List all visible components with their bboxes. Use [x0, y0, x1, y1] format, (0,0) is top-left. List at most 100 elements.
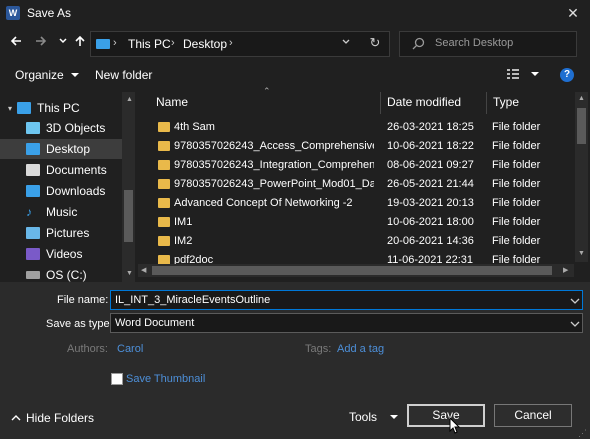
- file-type: File folder: [492, 121, 541, 133]
- tree-item-label: Desktop: [46, 142, 91, 156]
- address-dropdown-button[interactable]: [339, 36, 353, 51]
- scroll-left-icon[interactable]: ◀: [141, 266, 146, 274]
- arrow-left-icon: [10, 36, 21, 46]
- file-date: 08-06-2021 09:27: [387, 159, 474, 171]
- view-options-button[interactable]: [506, 68, 540, 80]
- tree-item-pictures[interactable]: Pictures: [26, 223, 89, 243]
- file-list-horizontal-scrollbar[interactable]: ◀ ▶: [138, 264, 574, 277]
- file-row[interactable]: IM1 10-06-2021 18:00 File folder: [138, 213, 574, 232]
- tree-item-label: 3D Objects: [46, 121, 106, 135]
- file-name: 4th Sam: [174, 121, 215, 133]
- file-date: 20-06-2021 14:36: [387, 235, 474, 247]
- tree-item-label: Videos: [46, 247, 83, 261]
- breadcrumb-desktop[interactable]: Desktop: [183, 37, 227, 51]
- scroll-up-icon[interactable]: ▲: [578, 95, 585, 102]
- tags-add-link[interactable]: Add a tag: [337, 343, 384, 355]
- address-bar[interactable]: › This PC › Desktop › ↻: [90, 31, 390, 57]
- chevron-down-icon: [570, 321, 580, 327]
- file-row[interactable]: Advanced Concept Of Networking -2 19-03-…: [138, 194, 574, 213]
- scroll-down-icon[interactable]: ▼: [126, 270, 133, 277]
- pc-icon: [96, 39, 110, 49]
- search-icon: [412, 37, 425, 53]
- forward-button[interactable]: [32, 33, 50, 53]
- file-date: 26-03-2021 18:25: [387, 121, 474, 133]
- resize-grip-icon[interactable]: ⋰: [578, 428, 587, 439]
- file-row[interactable]: 4th Sam 26-03-2021 18:25 File folder: [138, 118, 574, 137]
- tree-item-label: Downloads: [46, 184, 106, 198]
- up-button[interactable]: [73, 33, 87, 53]
- refresh-button[interactable]: ↻: [367, 35, 383, 51]
- tags-label: Tags:: [305, 343, 332, 355]
- file-list-hscroll-thumb[interactable]: [152, 266, 552, 275]
- column-header-name[interactable]: Name: [156, 92, 188, 112]
- expand-icon[interactable]: ▾: [8, 104, 12, 113]
- tree-item-3d-objects[interactable]: 3D Objects: [26, 118, 105, 138]
- tools-button[interactable]: Tools: [349, 408, 399, 426]
- save-as-type-select[interactable]: Word Document: [110, 313, 583, 333]
- breadcrumb-this-pc[interactable]: This PC: [128, 37, 171, 51]
- chevron-up-icon: [11, 415, 21, 421]
- chevron-down-icon[interactable]: [570, 297, 580, 305]
- save-thumbnail-checkbox[interactable]: [111, 373, 123, 385]
- hide-folders-button[interactable]: Hide Folders: [11, 411, 94, 425]
- caret-down-icon: [390, 415, 399, 419]
- pictures-icon: [26, 227, 40, 239]
- search-placeholder: Search Desktop: [435, 37, 514, 49]
- column-divider[interactable]: [380, 92, 381, 114]
- tree-item-desktop[interactable]: Desktop: [0, 139, 122, 159]
- file-row[interactable]: 9780357026243_Integration_Comprehensi...…: [138, 156, 574, 175]
- back-button[interactable]: [7, 33, 25, 53]
- tree-scrollbar[interactable]: ▲ ▼: [122, 92, 135, 282]
- column-header-type[interactable]: Type: [493, 92, 519, 112]
- file-type: File folder: [492, 235, 541, 247]
- save-button[interactable]: Save: [407, 404, 485, 427]
- tree-scroll-thumb[interactable]: [124, 190, 133, 242]
- close-button[interactable]: ✕: [563, 4, 583, 22]
- cube-icon: [26, 122, 40, 134]
- video-icon: [26, 248, 40, 260]
- help-icon[interactable]: ?: [560, 68, 574, 82]
- file-row[interactable]: IM2 20-06-2021 14:36 File folder: [138, 232, 574, 251]
- file-date: 10-06-2021 18:00: [387, 216, 474, 228]
- navigation-pane: ▾ This PC 3D Objects Desktop Documents D…: [0, 92, 135, 282]
- file-date: 26-05-2021 21:44: [387, 178, 474, 190]
- chevron-right-icon: ›: [171, 37, 175, 49]
- tree-item-downloads[interactable]: Downloads: [26, 181, 105, 201]
- organize-button[interactable]: Organize: [15, 68, 80, 82]
- file-row[interactable]: 9780357026243_PowerPoint_Mod01_Data 26-0…: [138, 175, 574, 194]
- tree-item-this-pc[interactable]: ▾ This PC: [8, 98, 80, 118]
- folder-icon: [158, 160, 170, 170]
- file-name-label: File name:: [57, 294, 109, 306]
- save-thumbnail-option[interactable]: Save Thumbnail: [111, 373, 205, 385]
- search-box[interactable]: Search Desktop: [399, 31, 577, 57]
- file-name: IM1: [174, 216, 193, 228]
- file-date: 10-06-2021 18:22: [387, 140, 474, 152]
- new-folder-button[interactable]: New folder: [95, 68, 152, 82]
- cancel-button[interactable]: Cancel: [494, 404, 572, 427]
- file-list-vertical-scrollbar[interactable]: ▲ ▼: [575, 92, 588, 262]
- file-name: IM2: [174, 235, 193, 247]
- scroll-right-icon[interactable]: ▶: [563, 266, 568, 274]
- column-header-date[interactable]: Date modified: [387, 92, 461, 112]
- file-name: 9780357026243_Access_Comprehensive_...: [174, 140, 374, 152]
- scroll-down-icon[interactable]: ▼: [578, 250, 585, 257]
- file-list-scroll-thumb[interactable]: [577, 108, 586, 144]
- scroll-up-icon[interactable]: ▲: [126, 96, 133, 103]
- tree-item-music[interactable]: ♪ Music: [26, 202, 77, 222]
- music-icon: ♪: [26, 205, 32, 219]
- recent-locations-button[interactable]: [57, 33, 69, 53]
- tree-item-label: Documents: [46, 163, 107, 177]
- download-icon: [26, 185, 40, 197]
- tree-item-videos[interactable]: Videos: [26, 244, 82, 264]
- authors-value[interactable]: Carol: [117, 343, 143, 355]
- tree-item-documents[interactable]: Documents: [26, 160, 107, 180]
- file-name-input[interactable]: IL_INT_3_MiracleEventsOutline: [110, 290, 583, 310]
- authors-label: Authors:: [67, 343, 108, 355]
- desktop-icon: [26, 143, 40, 155]
- file-type: File folder: [492, 140, 541, 152]
- file-date: 19-03-2021 20:13: [387, 197, 474, 209]
- file-name-value: IL_INT_3_MiracleEventsOutline: [115, 294, 271, 306]
- column-divider[interactable]: [486, 92, 487, 114]
- file-row[interactable]: 9780357026243_Access_Comprehensive_... 1…: [138, 137, 574, 156]
- mouse-cursor-icon: [449, 417, 461, 434]
